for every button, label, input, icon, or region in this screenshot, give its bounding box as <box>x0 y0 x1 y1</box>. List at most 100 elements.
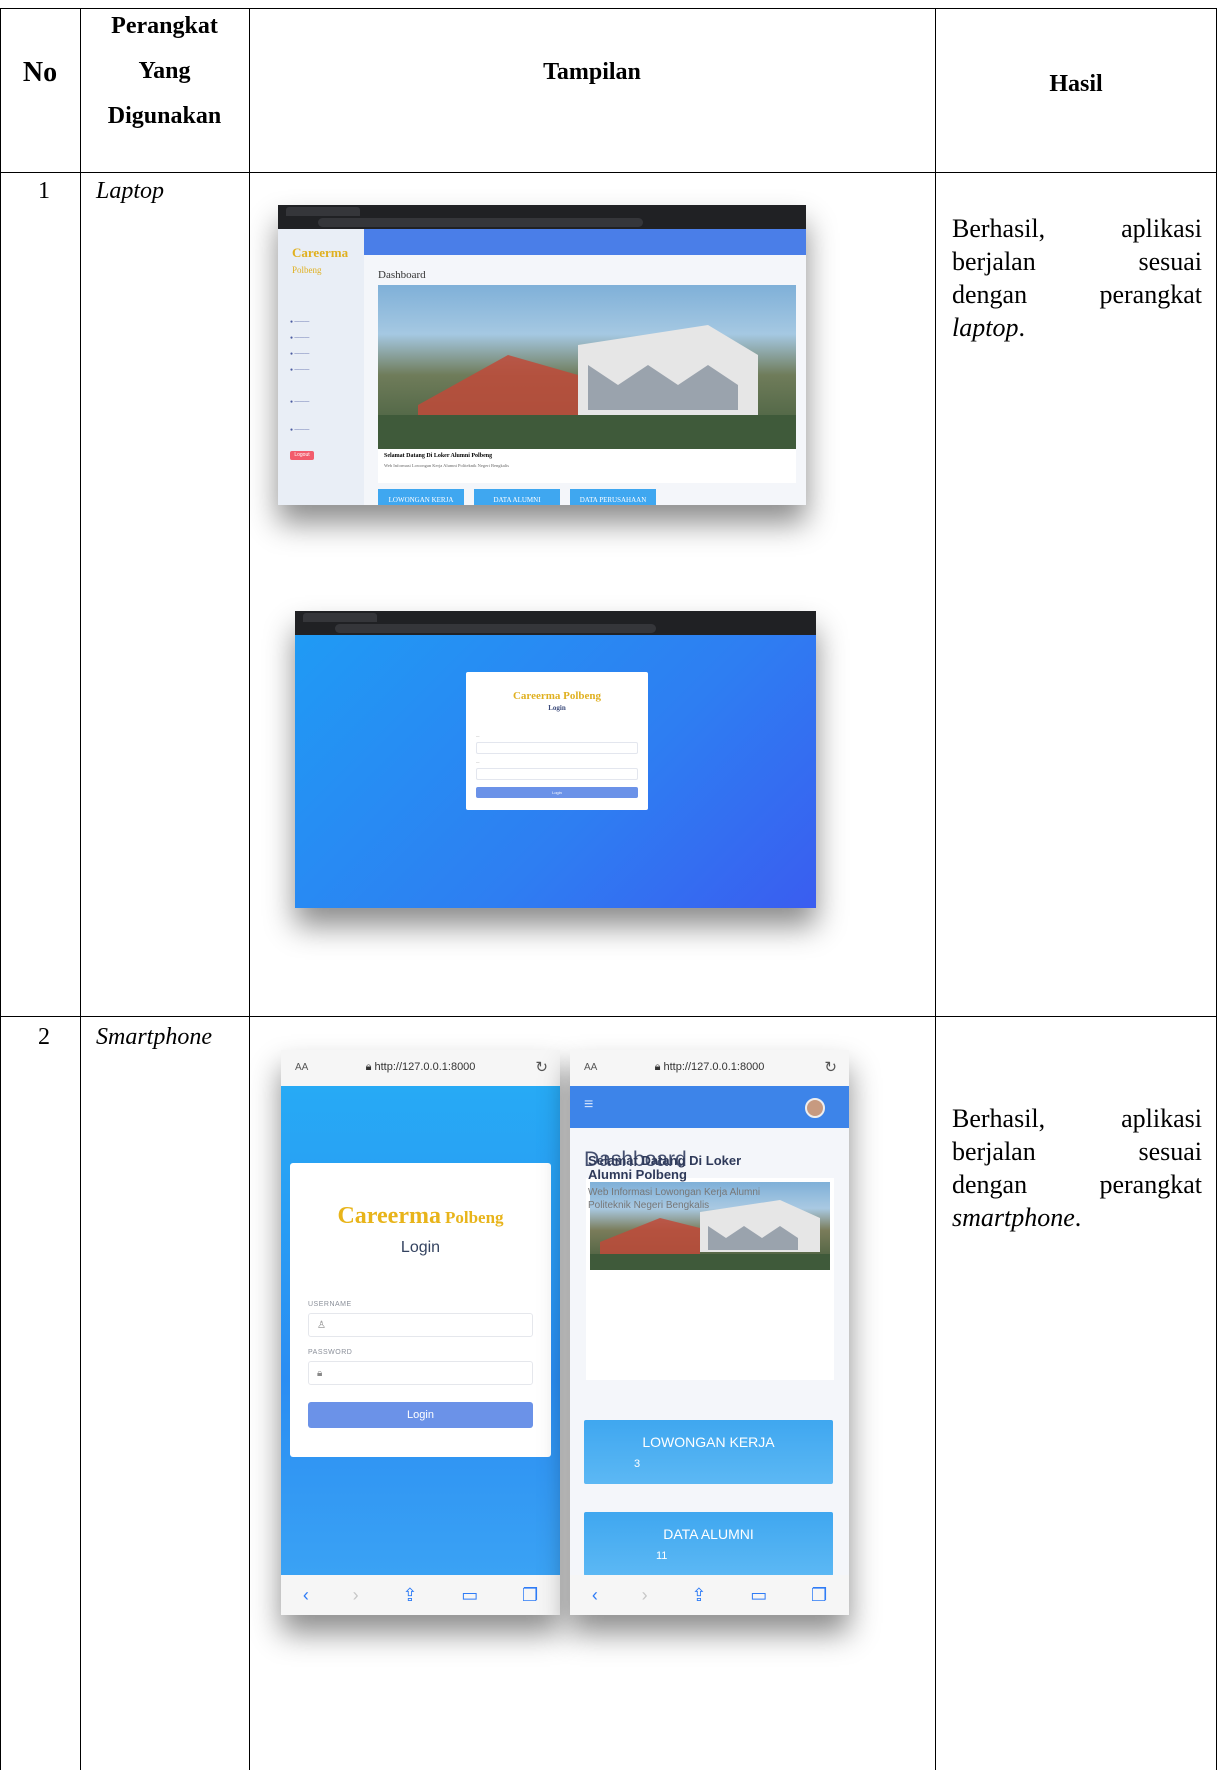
browser-tab <box>303 613 377 622</box>
welcome-title: Selamat Datang Di Loker Alumni Polbeng <box>588 1153 742 1182</box>
row1-no: 1 <box>38 178 50 204</box>
url-value: http://127.0.0.1:8000 <box>663 1061 765 1073</box>
url-value: http://127.0.0.1:8000 <box>374 1061 476 1073</box>
lock-icon: 🔒︎ <box>317 1368 323 1379</box>
row2-result-word: dengan <box>952 1170 1028 1199</box>
address-bar <box>335 624 656 633</box>
logout-button: Logout <box>290 451 314 460</box>
data-perusahaan-button: DATA PERUSAHAAN <box>570 489 656 505</box>
phone-login-screenshot: AA 🔒︎ http://127.0.0.1:8000 ↻ Careerma P… <box>281 1050 560 1615</box>
row1-result-word: perangkat <box>1099 280 1202 309</box>
url-text: 🔒︎ http://127.0.0.1:8000 <box>570 1061 849 1074</box>
table-border-left <box>0 8 1 1770</box>
sidebar-item: ● ——— <box>290 351 310 357</box>
tile-label: DATA ALUMNI <box>663 1526 754 1542</box>
tile-value: 11 <box>656 1550 668 1562</box>
sidebar-item: ● ——— <box>290 399 310 405</box>
login-title: Login <box>548 704 566 712</box>
safari-bottom-toolbar: ‹ › ⇪ ▭ ❐ <box>570 1575 849 1615</box>
row1-result-word: Berhasil, <box>952 214 1046 243</box>
laptop-dashboard-screenshot: Careerma Polbeng ● ——— ● ——— ● ——— ● ———… <box>278 205 806 505</box>
login-title: Login <box>400 1239 441 1256</box>
login-button: Login <box>476 787 638 798</box>
login-card: Careerma Polbeng Login USERNAME ♙ PASSWO… <box>290 1163 551 1457</box>
safari-address-bar: AA 🔒︎ http://127.0.0.1:8000 ↻ <box>570 1050 849 1086</box>
row2-result: Berhasil, aplikasi berjalan sesuai dengan p… <box>952 1102 1202 1234</box>
row1-result-word: sesuai <box>1138 247 1202 276</box>
header-tampilan: Tampilan <box>543 59 641 85</box>
browser-toolbar <box>295 611 816 635</box>
login-button: Login <box>308 1402 533 1428</box>
user-icon: ♙ <box>317 1320 326 1331</box>
header-perangkat-line1: Perangkat <box>111 13 218 39</box>
row2-no: 2 <box>38 1024 50 1050</box>
sidebar: Careerma Polbeng ● ——— ● ——— ● ——— ● ———… <box>278 229 364 505</box>
tabs-icon: ❐ <box>521 1584 539 1605</box>
safari-address-bar: AA 🔒︎ http://127.0.0.1:8000 ↻ <box>281 1050 560 1086</box>
header-hasil: Hasil <box>1049 71 1103 97</box>
table-border-row1 <box>0 1016 1217 1017</box>
lock-icon: 🔒︎ <box>654 1061 661 1073</box>
row2-result-word: sesuai <box>1138 1137 1202 1166</box>
page-title: Dashboard <box>378 269 426 281</box>
password-field <box>476 768 638 780</box>
password-label: PASSWORD <box>308 1349 353 1356</box>
browser-toolbar <box>278 205 806 229</box>
lowongan-kerja-button: LOWONGAN KERJA <box>378 489 464 505</box>
welcome-subtitle: Web Informasi Lowongan Kerja Alumni Poli… <box>588 1187 761 1211</box>
forward-icon: › <box>352 1584 359 1605</box>
row1-result-word: dengan <box>952 280 1028 309</box>
welcome-subtitle: Web Informasi Lowongan Kerja Alumni Poli… <box>384 463 509 468</box>
row1-result: Berhasil, aplikasi berjalan sesuai dengan p… <box>952 212 1202 344</box>
data-alumni-tile: DATA ALUMNI 11 <box>584 1512 833 1576</box>
header-perangkat-line3: Digunakan <box>107 103 222 129</box>
forward-icon: › <box>641 1584 648 1605</box>
campus-photo <box>378 285 796 449</box>
hamburger-icon: ≡ <box>584 1096 594 1113</box>
username-field <box>476 742 638 754</box>
sidebar-item: ● ——— <box>290 335 310 341</box>
welcome-title: Selamat Datang Di Loker Alumni Polbeng <box>384 453 493 459</box>
safari-bottom-toolbar: ‹ › ⇪ ▭ ❐ <box>281 1575 560 1615</box>
address-bar <box>318 218 643 227</box>
reload-icon: ↻ <box>824 1059 837 1076</box>
row2-result-device: smartphone <box>952 1203 1075 1232</box>
row2-result-word: Berhasil, <box>952 1104 1046 1133</box>
brand-name: Careerma Polbeng <box>290 1203 551 1230</box>
tile-label: LOWONGAN KERJA <box>642 1434 775 1450</box>
table-border-col1 <box>80 8 81 1770</box>
table-border-header <box>0 172 1217 173</box>
url-text: 🔒︎ http://127.0.0.1:8000 <box>281 1061 560 1074</box>
lowongan-kerja-tile: LOWONGAN KERJA 3 <box>584 1420 833 1484</box>
username-label: USERNAME <box>308 1301 352 1308</box>
username-field: ♙ <box>308 1313 533 1337</box>
bookmarks-icon: ▭ <box>750 1584 768 1605</box>
brand-name: Careerma Polbeng <box>512 690 602 702</box>
bookmarks-icon: ▭ <box>461 1584 479 1605</box>
phone-dashboard-screenshot: AA 🔒︎ http://127.0.0.1:8000 ↻ ≡ Dashboar… <box>570 1050 849 1615</box>
password-label: — <box>476 760 480 764</box>
username-label: — <box>476 734 480 738</box>
row2-result-word: aplikasi <box>1121 1104 1202 1133</box>
sidebar-item: ● ——— <box>290 319 310 325</box>
lock-icon: 🔒︎ <box>365 1061 372 1073</box>
back-icon: ‹ <box>591 1584 598 1605</box>
row1-result-device: laptop <box>952 313 1019 342</box>
header-perangkat-line2: Yang <box>138 58 191 84</box>
row1-result-end: . <box>1018 313 1025 342</box>
brand-name: Careerma <box>292 245 349 260</box>
laptop-login-screenshot: Careerma Polbeng Login — — Login <box>295 611 816 908</box>
login-card: Careerma Polbeng Login — — Login <box>466 672 648 810</box>
top-navbar <box>364 229 806 255</box>
back-icon: ‹ <box>302 1584 309 1605</box>
tile-value: 3 <box>634 1458 641 1470</box>
row1-result-word: aplikasi <box>1121 214 1202 243</box>
row2-result-word: berjalan <box>952 1137 1036 1166</box>
password-field: 🔒︎ <box>308 1361 533 1385</box>
brand-sub: Polbeng <box>292 265 322 275</box>
sidebar-item: ● ——— <box>290 427 310 433</box>
row2-device: Smartphone <box>96 1024 212 1050</box>
share-icon: ⇪ <box>402 1584 418 1605</box>
campus-building-image <box>378 325 796 449</box>
data-alumni-button: DATA ALUMNI <box>474 489 560 505</box>
